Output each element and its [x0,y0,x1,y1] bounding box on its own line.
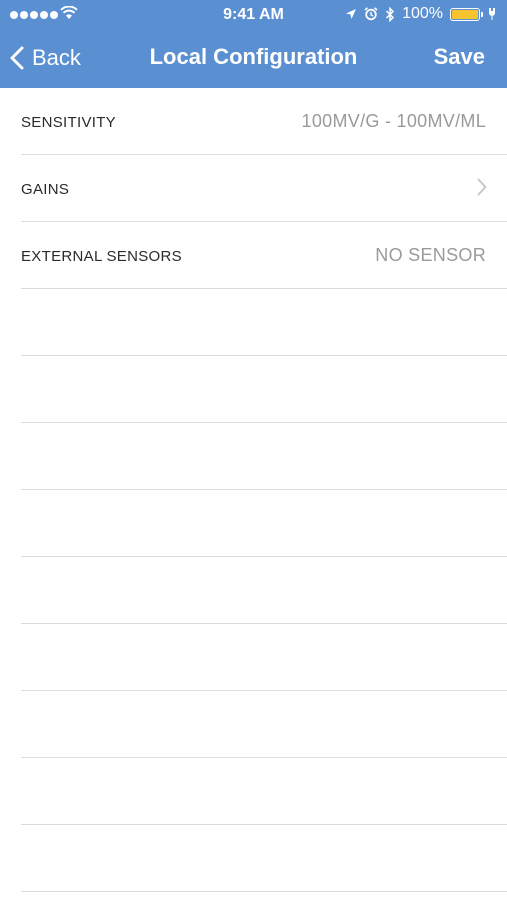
chevron-right-icon [477,178,487,196]
row-external-sensors[interactable]: EXTERNAL SENSORS NO SENSOR [21,222,507,289]
row-sensitivity[interactable]: SENSITIVITY 100MV/G - 100MV/ML [21,88,507,155]
charging-icon [489,8,495,20]
page-title: Local Configuration [149,44,358,69]
battery-percentage: 100% [402,5,443,22]
row-label: EXTERNAL SENSORS [21,248,182,265]
empty-rows [0,289,507,892]
row-label: SENSITIVITY [21,114,116,131]
empty-row [21,825,507,892]
nav-bar: Back Local Configuration Save [0,30,507,88]
empty-row [21,356,507,423]
empty-row [21,691,507,758]
empty-row [21,557,507,624]
empty-row [21,423,507,490]
alarm-icon [364,7,378,21]
settings-list: SENSITIVITY 100MV/G - 100MV/ML GAINS EXT… [0,88,507,892]
bluetooth-icon [386,6,395,22]
row-label: GAINS [21,181,70,198]
row-gains[interactable]: GAINS [21,155,507,222]
save-button[interactable]: Save [434,44,485,70]
location-arrow-icon [346,9,357,19]
empty-row [21,758,507,825]
row-value: 100MV/G - 100MV/ML [301,111,486,131]
status-bar: 9:41 AM 100% [0,0,507,30]
empty-row [21,289,507,356]
row-value: NO SENSOR [375,245,486,265]
empty-row [21,490,507,557]
header: 9:41 AM 100% Back Local Configuration Sa… [0,0,507,88]
status-right-group: 100% [345,5,497,23]
empty-row [21,624,507,691]
battery-icon [450,7,483,21]
